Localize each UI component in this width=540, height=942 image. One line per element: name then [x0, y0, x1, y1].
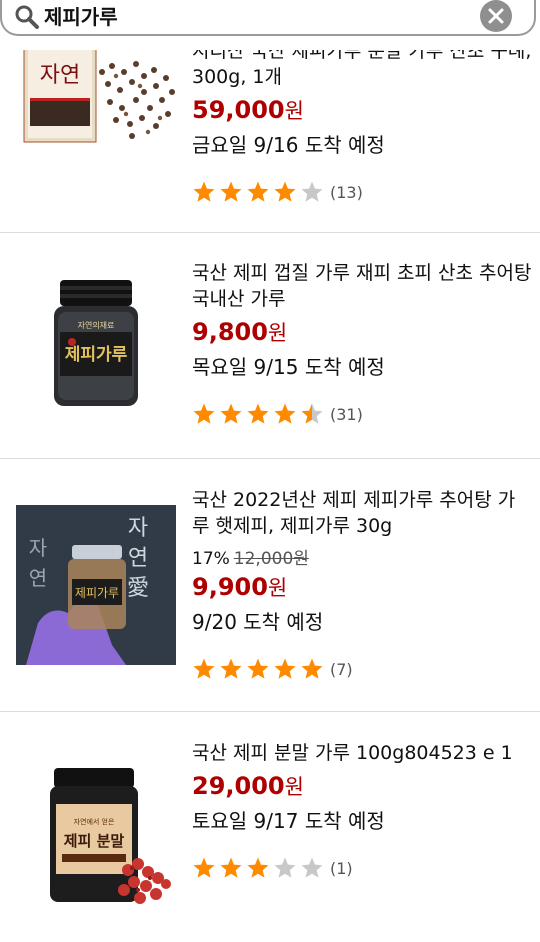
price-currency: 원: [267, 576, 288, 600]
price-value: 9,800: [192, 318, 268, 346]
star-icon: [220, 658, 242, 679]
product-item[interactable]: 자연의재료 제피가루 국산 제피 껍질 가루 재피 초피 산초 추어탕 국내산 …: [0, 232, 540, 459]
rating: (31): [192, 401, 532, 427]
product-thumbnail[interactable]: 자연의재료 제피가루: [16, 272, 176, 412]
product-price: 29,000원: [192, 770, 532, 803]
star-icon: [247, 181, 269, 202]
star-icon: [301, 857, 323, 878]
price-value: 29,000: [192, 772, 285, 800]
product-title[interactable]: 국산 제피 껍질 가루 재피 초피 산초 추어탕 국내산 가루: [192, 260, 532, 312]
product-info: 지리산 국산 제피가루 분말 가루 산초 구례, 300g, 1개 59,000…: [192, 38, 532, 205]
rating: (13): [192, 179, 532, 205]
svg-text:연: 연: [29, 566, 47, 590]
rating: (1): [192, 855, 532, 881]
clear-search-button[interactable]: [480, 0, 512, 32]
star-icon: [301, 181, 323, 202]
svg-text:연: 연: [128, 546, 148, 571]
star-icon: [220, 403, 242, 424]
original-price: 12,000원: [233, 549, 309, 569]
star-icon: [220, 181, 242, 202]
rating-count: (13): [330, 182, 363, 202]
close-icon: [488, 8, 504, 24]
product-info: 국산 제피 껍질 가루 재피 초피 산초 추어탕 국내산 가루 9,800원 목…: [192, 260, 532, 427]
price-currency: 원: [284, 99, 304, 123]
product-title[interactable]: 국산 제피 분말 가루 100g804523 e 1: [192, 740, 532, 766]
product-thumbnail[interactable]: 자연에서 얻은 제피 분말: [16, 760, 176, 910]
star-icon: [274, 857, 296, 878]
search-query[interactable]: 제피가루: [44, 4, 118, 30]
search-input[interactable]: 제피가루: [0, 0, 536, 36]
star-icon: [301, 658, 323, 679]
product-item[interactable]: 자연에서 얻은 제피 분말 국산 제피 분말 가루 100g804523 e 1…: [0, 712, 540, 942]
discount-row: 17% 12,000원: [192, 547, 532, 571]
product-info: 국산 제피 분말 가루 100g804523 e 1 29,000원 토요일 9…: [192, 740, 532, 881]
svg-text:자연에서 얻은: 자연에서 얻은: [74, 817, 115, 826]
rating-count: (7): [330, 659, 353, 679]
star-icon: [193, 658, 215, 679]
price-value: 59,000: [192, 96, 285, 124]
rating: (7): [192, 656, 532, 682]
delivery-estimate: 목요일 9/15 도착 예정: [192, 355, 385, 379]
star-icon: [247, 403, 269, 424]
star-icon: [247, 857, 269, 878]
star-icon: [274, 403, 296, 424]
svg-text:자연의재료: 자연의재료: [78, 320, 115, 330]
star-icon: [193, 403, 215, 424]
search-icon[interactable]: [14, 4, 40, 30]
price-value: 9,900: [192, 573, 268, 601]
svg-text:자: 자: [128, 516, 148, 541]
star-icon: [274, 181, 296, 202]
svg-text:제피가루: 제피가루: [65, 345, 128, 365]
delivery-estimate: 금요일 9/16 도착 예정: [192, 133, 385, 157]
product-title[interactable]: 국산 2022년산 제피 제피가루 추어탕 가루 햇제피, 제피가루 30g: [192, 487, 532, 539]
product-info: 국산 2022년산 제피 제피가루 추어탕 가루 햇제피, 제피가루 30g 1…: [192, 487, 532, 682]
search-bar: 제피가루: [0, 0, 540, 50]
price-currency: 원: [267, 321, 288, 345]
svg-text:자: 자: [29, 536, 47, 560]
product-thumbnail[interactable]: 자연: [12, 42, 178, 146]
star-icon: [193, 181, 215, 202]
product-price: 9,900원: [192, 571, 532, 604]
product-item[interactable]: 자 연 愛 자 연 제피가루 국산 2022년산 제피 제피가루 추어탕 가루 …: [0, 459, 540, 712]
svg-text:제피가루: 제피가루: [75, 586, 119, 600]
star-icon: [301, 403, 323, 424]
star-icon: [274, 658, 296, 679]
product-price: 59,000원: [192, 94, 532, 127]
price-currency: 원: [284, 775, 304, 799]
product-price: 9,800원: [192, 316, 532, 349]
svg-text:자연: 자연: [40, 63, 80, 88]
star-icon: [220, 857, 242, 878]
delivery-estimate: 토요일 9/17 도착 예정: [192, 809, 385, 833]
product-thumbnail[interactable]: 자 연 愛 자 연 제피가루: [16, 505, 176, 665]
svg-text:제피 분말: 제피 분말: [64, 832, 125, 850]
discount-rate: 17%: [192, 549, 230, 569]
delivery-estimate: 9/20 도착 예정: [192, 610, 324, 634]
star-icon: [247, 658, 269, 679]
rating-count: (1): [330, 858, 353, 878]
svg-text:愛: 愛: [127, 576, 149, 601]
star-icon: [193, 857, 215, 878]
rating-count: (31): [330, 404, 363, 424]
